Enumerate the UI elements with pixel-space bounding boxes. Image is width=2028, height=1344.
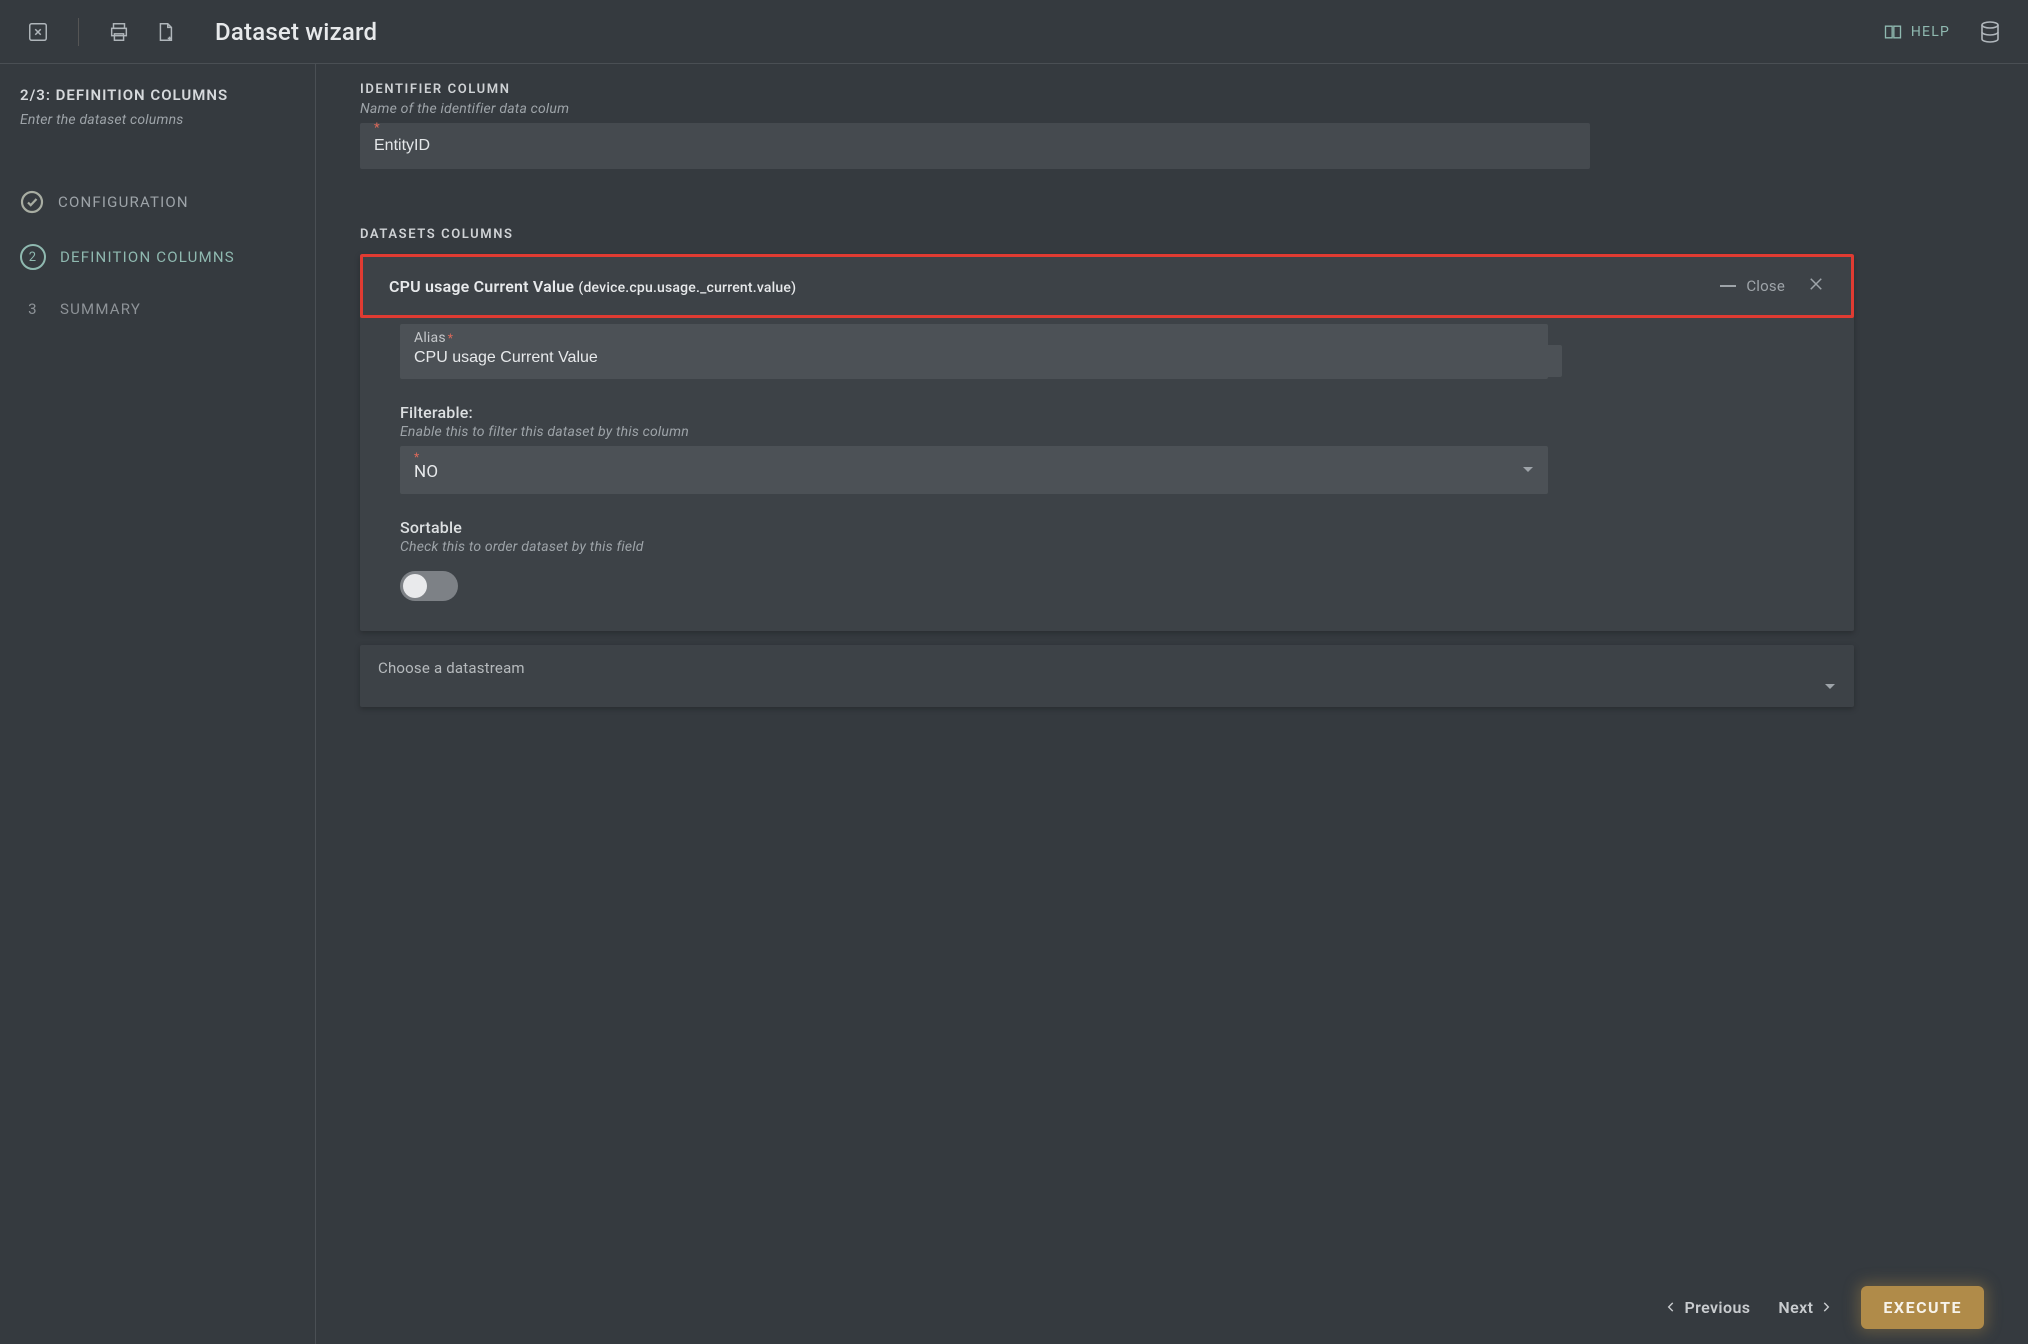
identifier-section-desc: Name of the identifier data colum	[360, 101, 1984, 117]
panel-title: CPU usage Current Value (device.cpu.usag…	[389, 277, 796, 296]
new-doc-icon[interactable]	[151, 18, 179, 46]
filterable-label: Filterable:	[400, 403, 1814, 422]
step-label: CONFIGURATION	[58, 193, 189, 211]
required-star: *	[374, 121, 380, 136]
dataset-column-panel: CPU usage Current Value (device.cpu.usag…	[360, 254, 1854, 631]
wizard-footer: Previous Next EXECUTE	[316, 1270, 2028, 1344]
sortable-desc: Check this to order dataset by this fiel…	[400, 539, 1814, 555]
toggle-knob	[403, 574, 427, 598]
execute-label: EXECUTE	[1883, 1298, 1962, 1317]
step-summary[interactable]: 3 SUMMARY	[20, 300, 295, 318]
sidebar-progress-title: 2/3: DEFINITION COLUMNS	[20, 86, 295, 104]
next-button[interactable]: Next	[1778, 1298, 1833, 1317]
database-icon[interactable]	[1976, 18, 2004, 46]
alias-input[interactable]	[414, 345, 1562, 377]
step-label: SUMMARY	[60, 300, 141, 318]
main-pane: IDENTIFIER COLUMN Name of the identifier…	[316, 64, 2028, 1344]
previous-button[interactable]: Previous	[1664, 1298, 1750, 1317]
help-label: HELP	[1911, 24, 1950, 40]
chevron-down-icon	[1824, 679, 1836, 695]
previous-label: Previous	[1684, 1298, 1750, 1317]
choose-datastream-label: Choose a datastream	[378, 659, 1836, 677]
execute-button[interactable]: EXECUTE	[1861, 1286, 1984, 1329]
filterable-desc: Enable this to filter this dataset by th…	[400, 424, 1814, 440]
choose-datastream-select[interactable]: Choose a datastream	[360, 645, 1854, 707]
step-label: DEFINITION COLUMNS	[60, 248, 235, 266]
sidebar-progress-sub: Enter the dataset columns	[20, 112, 295, 128]
chevron-down-icon	[1522, 462, 1534, 478]
help-button[interactable]: HELP	[1883, 22, 1950, 42]
step-definition-columns[interactable]: 2 DEFINITION COLUMNS	[20, 244, 295, 270]
sidebar: 2/3: DEFINITION COLUMNS Enter the datase…	[0, 64, 316, 1344]
collapse-button[interactable]: Close	[1720, 277, 1785, 295]
alias-label: Alias*	[414, 330, 453, 346]
sortable-label: Sortable	[400, 518, 1814, 537]
step-number: 2	[20, 244, 46, 270]
required-star: *	[414, 450, 419, 464]
alias-field-wrap[interactable]: Alias*	[400, 324, 1548, 379]
print-icon[interactable]	[105, 18, 133, 46]
filterable-select[interactable]: * NO	[400, 446, 1548, 494]
remove-panel-icon[interactable]	[1807, 275, 1825, 297]
step-configuration[interactable]: CONFIGURATION	[20, 190, 295, 214]
topbar: Dataset wizard HELP	[0, 0, 2028, 64]
close-label: Close	[1746, 277, 1785, 295]
datasets-section-label: DATASETS COLUMNS	[360, 227, 1854, 242]
minus-icon	[1720, 285, 1736, 287]
next-label: Next	[1778, 1298, 1813, 1317]
step-number: 3	[20, 300, 46, 318]
identifier-input[interactable]	[360, 123, 1590, 169]
page-title: Dataset wizard	[215, 18, 377, 46]
identifier-section-label: IDENTIFIER COLUMN	[360, 82, 1984, 97]
panel-header[interactable]: CPU usage Current Value (device.cpu.usag…	[360, 254, 1854, 318]
sortable-toggle[interactable]	[400, 571, 458, 601]
close-wizard-icon[interactable]	[24, 18, 52, 46]
separator	[78, 18, 79, 46]
filterable-value: NO	[414, 458, 1534, 482]
